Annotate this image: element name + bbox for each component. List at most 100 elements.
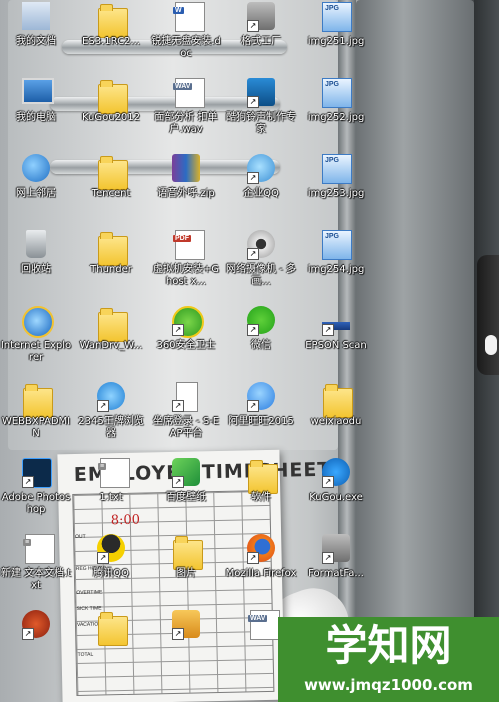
shortcut-arrow-icon: ↗ [22,628,34,640]
desktop-icon[interactable]: WEBBXPADMIN [0,382,72,456]
desktop-icon[interactable]: Tencent [75,154,147,228]
desktop-icon[interactable]: 我的文档 [0,2,72,76]
desktop-icon[interactable]: ↗ 腾讯QQ [75,534,147,608]
file-type-tag: ≡ [98,463,107,470]
desktop-icon[interactable]: ↗ EPSON Scan [300,306,372,380]
desktop-icon[interactable]: ↗ 格式工厂 [225,2,297,76]
desktop-icon[interactable]: ≡ 1.txt [75,458,147,532]
desktop-icon[interactable]: ↗ KuGou.exe [300,458,372,532]
pdf-doc-icon: PDF [173,230,205,260]
desktop-icon-label: img254.jpg [307,264,365,275]
file-type-tag: PDF [173,235,191,242]
desktop-icon-label: 企业QQ [243,188,279,199]
desktop-icon-label: 微信 [251,340,271,351]
desktop-icon[interactable]: JPG img251.jpg [300,2,372,76]
shortcut-arrow-icon: ↗ [247,552,259,564]
desktop-icon[interactable]: ↗ Adobe Photoshop [0,458,72,532]
desktop-icon-label: 语音外呼.zip [157,188,215,199]
shortcut-arrow-icon: ↗ [322,476,334,488]
recycle-bin-icon [26,230,46,258]
desktop-icon[interactable]: Internet Explorer [0,306,72,380]
desktop-icon[interactable]: 网上邻居 [0,154,72,228]
jpg-tag: JPG [325,157,340,164]
shortcut-arrow-icon: ↗ [247,248,259,260]
desktop-icon[interactable]: weixiaodu [300,382,372,456]
desktop-icon-label: 360安全卫士 [156,340,216,351]
desktop-icon[interactable]: ↗ 酷狗铃声制作专家 [225,78,297,152]
desktop-icon-label: WEBBXPADMIN [1,416,71,439]
shortcut-arrow-icon: ↗ [247,324,259,336]
text-file-icon: ≡ [23,534,55,564]
desktop-icon[interactable]: 我的电脑 [0,78,72,152]
desktop-icon[interactable]: 软件 [225,458,297,532]
desktop-icon[interactable]: 回收站 [0,230,72,304]
desktop-icon[interactable]: ↗ 360安全卫士 [150,306,222,380]
desktop[interactable]: EMPLOYEE TIMESHEET 8:00 OUT REG HOURS OV… [0,0,499,702]
watermark-title: 学知网 [325,621,452,670]
desktop-icon[interactable]: JPG img254.jpg [300,230,372,304]
desktop-icon[interactable]: ↗ 企业QQ [225,154,297,228]
desktop-icon[interactable]: ↗ [150,610,222,684]
desktop-icon[interactable]: W 锐捷无盘安装.doc [150,2,222,76]
watermark-url: www.jmqz1000.com [304,676,473,694]
documents-icon [22,2,50,30]
desktop-icon-label: 新建 文本文档.txt [0,568,72,591]
desktop-icon[interactable]: ↗ 阿里旺旺2015 [225,382,297,456]
desktop-icon[interactable]: JPG img252.jpg [300,78,372,152]
jpg-image-icon: JPG [322,230,352,260]
desktop-icon[interactable]: ↗ 百度壁纸 [150,458,222,532]
desktop-icon[interactable] [75,610,147,684]
cat-body [477,255,499,375]
desktop-icon[interactable]: ≡ 新建 文本文档.txt [0,534,72,608]
desktop-icon[interactable]: Thunder [75,230,147,304]
desktop-icon-label: 我的文档 [16,36,56,47]
folder-icon [98,80,128,114]
shortcut-arrow-icon: ↗ [172,628,184,640]
desktop-icon[interactable]: WanDrv_W... [75,306,147,380]
desktop-icon[interactable]: PDF 虚拟机安装+Ghost x... [150,230,222,304]
desktop-icon-label: Mozilla Firefox [225,568,297,579]
desktop-icon-label: WanDrv_W... [79,340,143,351]
desktop-icon[interactable]: WAV 面部分析 扣单 户.wav [150,78,222,152]
desktop-icon-label: 我的电脑 [16,112,56,123]
desktop-icon-label: KuGou.exe [309,492,363,503]
desktop-icon-label: img252.jpg [307,112,365,123]
desktop-icon-label: ES3.1RC2... [82,36,140,47]
desktop-icon[interactable]: 图片 [150,534,222,608]
file-type-tag: WAV [248,615,268,622]
file-type-tag: WAV [173,83,193,90]
computer-icon [22,78,54,104]
desktop-icon-label: 酷狗铃声制作专家 [226,112,296,135]
desktop-icon-label: 回收站 [21,264,51,275]
desktop-icon-label: Thunder [90,264,132,275]
desktop-icon[interactable]: ↗ 2345王牌浏览器 [75,382,147,456]
desktop-icon[interactable]: 语音外呼.zip [150,154,222,228]
desktop-icon[interactable]: ↗ FormatFa... [300,534,372,608]
desktop-icon[interactable]: ES3.1RC2... [75,2,147,76]
desktop-icon[interactable]: KuGou2012 [75,78,147,152]
desktop-icon[interactable]: JPG img253.jpg [300,154,372,228]
cabinet-door [356,0,474,702]
desktop-icon[interactable]: ↗ 网络摄像机 - 多画... [225,230,297,304]
desktop-icon-label: 网络摄像机 - 多画... [226,264,296,287]
desktop-icon[interactable]: ↗ Mozilla Firefox [225,534,297,608]
desktop-icon-label: 1.txt [99,492,123,503]
internet-explorer-icon [22,306,54,338]
folder-icon [98,308,128,342]
desktop-icon[interactable]: ↗ 坐席登录 - S-EAP平台 [150,382,222,456]
jpg-tag: JPG [325,5,340,12]
cat-eye [485,335,497,355]
desktop-icon-label: 阿里旺旺2015 [228,416,294,427]
desktop-icon[interactable]: ↗ 微信 [225,306,297,380]
desktop-icon-label: 面部分析 扣单 户.wav [154,112,218,135]
desktop-icon-label: weixiaodu [310,416,362,427]
shortcut-arrow-icon: ↗ [22,476,34,488]
desktop-icon[interactable]: ↗ [0,610,72,684]
jpg-tag: JPG [325,81,340,88]
jpg-image-icon: JPG [322,154,352,184]
desktop-icon-label: 百度壁纸 [166,492,206,503]
desktop-icon-label: KuGou2012 [81,112,141,123]
shortcut-arrow-icon: ↗ [172,476,184,488]
jpg-image-icon: JPG [322,2,352,32]
shortcut-arrow-icon: ↗ [172,324,184,336]
